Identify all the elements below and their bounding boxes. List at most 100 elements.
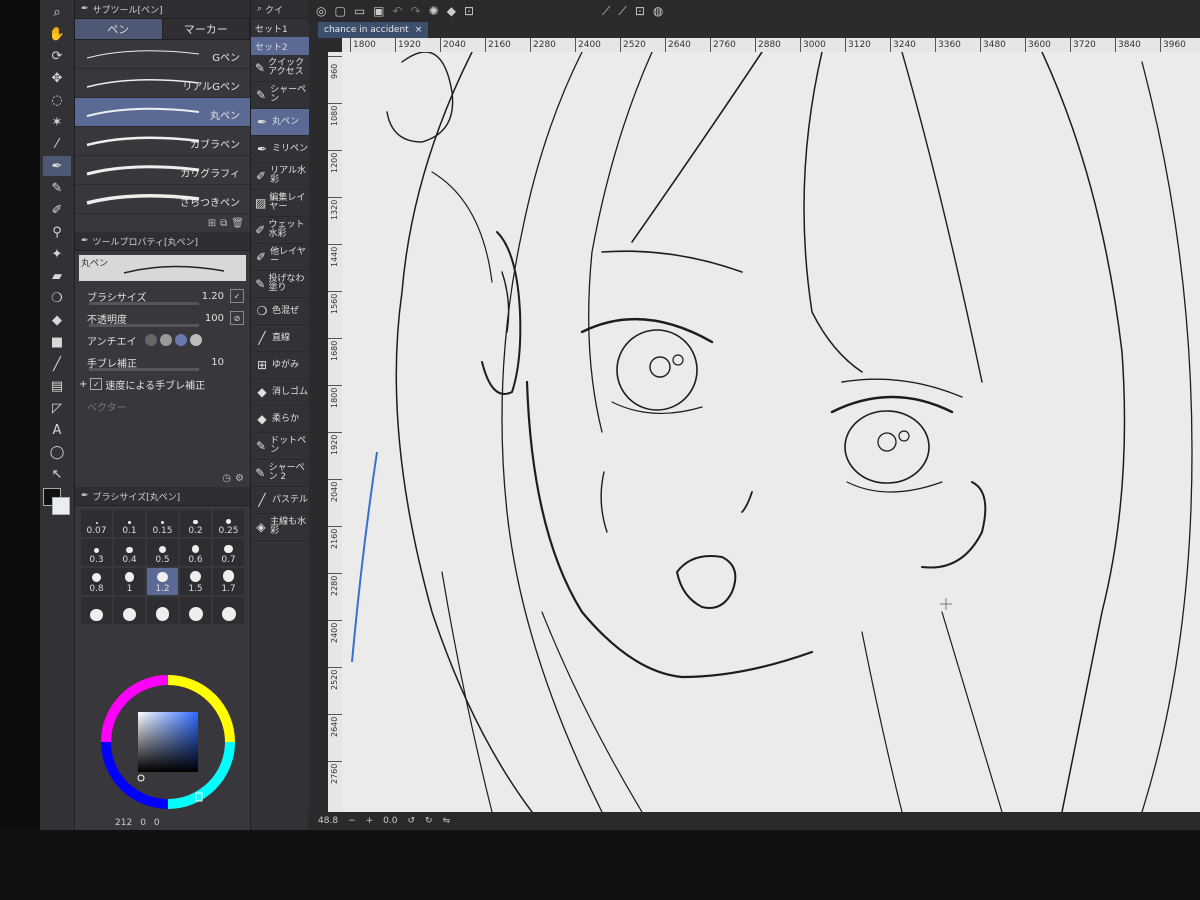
antialias-medium-icon[interactable] bbox=[174, 334, 187, 346]
ruler-icon[interactable]: ◸ bbox=[43, 398, 71, 418]
speed-stabilization-row[interactable]: + ✓ 速度による手ブレ補正 bbox=[75, 373, 250, 395]
pen-icon[interactable]: ✒ bbox=[43, 156, 71, 176]
quick-item[interactable]: ✎ 投げなわ塗り bbox=[251, 271, 309, 298]
eraser-icon[interactable]: ▰ bbox=[43, 266, 71, 286]
balloon-icon[interactable]: ◯ bbox=[43, 442, 71, 462]
brush-item[interactable]: Gペン bbox=[75, 40, 250, 69]
antialias-weak-icon[interactable] bbox=[159, 334, 172, 346]
brush-item[interactable]: カブラペン bbox=[75, 127, 250, 156]
brush-size-preset[interactable]: 1.2 bbox=[147, 568, 178, 595]
quick-item[interactable]: ╱ パステル bbox=[251, 487, 309, 514]
document-tab[interactable]: chance in accident × bbox=[318, 22, 429, 38]
antialias-options[interactable] bbox=[144, 334, 202, 346]
brush-size-preset[interactable]: 0.2 bbox=[180, 510, 211, 537]
text-icon[interactable]: A bbox=[43, 420, 71, 440]
brush-size-preset[interactable] bbox=[213, 597, 244, 624]
settings-icon[interactable]: ⚙ bbox=[235, 473, 244, 484]
open-folder-icon[interactable]: ▭ bbox=[354, 4, 365, 18]
opacity-row[interactable]: 不透明度 100 ⊘ bbox=[75, 307, 250, 329]
drawing-canvas[interactable] bbox=[342, 52, 1200, 812]
quick-item[interactable]: ◆ 消しゴム bbox=[251, 379, 309, 406]
quick-item[interactable]: ◆ 柔らか bbox=[251, 406, 309, 433]
tab-1[interactable]: マーカー bbox=[162, 19, 250, 39]
quick-item[interactable]: ◈ 主線も水彩 bbox=[251, 514, 309, 541]
magic-wand-icon[interactable]: ✶ bbox=[43, 112, 71, 132]
brush-size-preset[interactable]: 0.3 bbox=[81, 539, 112, 566]
save-icon[interactable]: ▣ bbox=[373, 4, 384, 18]
snap-ruler-icon[interactable]: ⟋ bbox=[602, 4, 610, 19]
gradient-icon[interactable]: ■ bbox=[43, 332, 71, 352]
zoom-value[interactable]: 48.8 bbox=[318, 816, 338, 826]
eyedropper-icon[interactable]: ⁄ bbox=[43, 134, 71, 154]
brush-size-preset[interactable]: 0.1 bbox=[114, 510, 145, 537]
flip-icon[interactable]: ⇋ bbox=[443, 816, 451, 826]
brush-size-preset[interactable]: 1.7 bbox=[213, 568, 244, 595]
antialias-row[interactable]: アンチエイ bbox=[75, 329, 250, 351]
move-icon[interactable]: ✥ bbox=[43, 68, 71, 88]
brush-size-preset[interactable] bbox=[147, 597, 178, 624]
color-swatch[interactable] bbox=[43, 488, 70, 515]
redo-icon[interactable]: ↷ bbox=[411, 4, 421, 18]
zoom-icon[interactable]: ⌕ bbox=[43, 2, 71, 22]
stabilization-row[interactable]: 手ブレ補正 10 bbox=[75, 351, 250, 373]
brush-size-preset[interactable] bbox=[114, 597, 145, 624]
blend-icon[interactable]: ❍ bbox=[43, 288, 71, 308]
quick-item[interactable]: ✎ クイック アクセス bbox=[251, 55, 309, 82]
quick-item[interactable]: ▨ 編集レイヤー bbox=[251, 190, 309, 217]
opacity-toggle[interactable]: ⊘ bbox=[230, 311, 244, 325]
rotate-right-icon[interactable]: ↻ bbox=[425, 816, 433, 826]
pencil-icon[interactable]: ✎ bbox=[43, 178, 71, 198]
brush-size-preset[interactable]: 1.5 bbox=[180, 568, 211, 595]
fill-icon[interactable]: ◆ bbox=[43, 310, 71, 330]
app-icon[interactable]: ◎ bbox=[316, 4, 326, 18]
brush-size-value[interactable]: 1.20 bbox=[202, 291, 224, 302]
opacity-slider[interactable] bbox=[89, 324, 199, 327]
brush-icon[interactable]: ✐ bbox=[43, 200, 71, 220]
antialias-none-icon[interactable] bbox=[144, 334, 157, 346]
sub-color-swatch[interactable] bbox=[52, 497, 70, 515]
global-icon[interactable]: ◍ bbox=[653, 4, 663, 18]
new-file-icon[interactable]: ▢ bbox=[334, 4, 345, 18]
snap-grid-icon[interactable]: ⟋ bbox=[618, 4, 626, 19]
quick-set-1[interactable]: セット1 bbox=[251, 19, 309, 37]
brush-size-preset[interactable] bbox=[180, 597, 211, 624]
fill-bucket-icon[interactable]: ◆ bbox=[447, 4, 456, 18]
snap-special-icon[interactable]: ⊡ bbox=[635, 4, 645, 18]
brush-size-preset[interactable]: 0.8 bbox=[81, 568, 112, 595]
brush-item[interactable]: 丸ペン bbox=[75, 98, 250, 127]
color-wheel[interactable] bbox=[75, 665, 250, 815]
brush-item[interactable]: カリグラフィ bbox=[75, 156, 250, 185]
brush-size-preset[interactable]: 0.25 bbox=[213, 510, 244, 537]
figure-icon[interactable]: ╱ bbox=[43, 354, 71, 374]
correct-line-icon[interactable]: ↖ bbox=[43, 464, 71, 484]
quick-set-2[interactable]: セット2 bbox=[251, 37, 309, 55]
brush-size-preset[interactable]: 0.7 bbox=[213, 539, 244, 566]
quick-item[interactable]: ╱ 直線 bbox=[251, 325, 309, 352]
stabilization-slider[interactable] bbox=[89, 368, 199, 371]
tab-0[interactable]: ペン bbox=[75, 19, 163, 39]
brush-size-slider[interactable] bbox=[89, 302, 199, 305]
quick-item[interactable]: ✒ ミリペン bbox=[251, 136, 309, 163]
antialias-strong-icon[interactable] bbox=[189, 334, 202, 346]
expand-icon[interactable]: + bbox=[79, 379, 87, 390]
transform-icon[interactable]: ⊡ bbox=[464, 4, 474, 18]
brush-size-preset[interactable]: 1 bbox=[114, 568, 145, 595]
quick-item[interactable]: ❍ 色混ぜ bbox=[251, 298, 309, 325]
rotate-icon[interactable]: ⟳ bbox=[43, 46, 71, 66]
angle-value[interactable]: 0.0 bbox=[383, 816, 397, 826]
close-icon[interactable]: × bbox=[415, 25, 423, 35]
delete-subtool-icon[interactable]: 🗑 bbox=[231, 218, 244, 229]
brush-size-preset[interactable]: 0.4 bbox=[114, 539, 145, 566]
hand-icon[interactable]: ✋ bbox=[43, 24, 71, 44]
brush-size-preset[interactable]: 0.5 bbox=[147, 539, 178, 566]
vector-row[interactable]: ベクター bbox=[75, 395, 250, 417]
brush-size-preset[interactable]: 0.15 bbox=[147, 510, 178, 537]
speed-stabilization-checkbox[interactable]: ✓ bbox=[90, 378, 103, 390]
brush-size-preset[interactable] bbox=[81, 597, 112, 624]
quick-item[interactable]: ✎ シャーペン 2 bbox=[251, 460, 309, 487]
opacity-value[interactable]: 100 bbox=[205, 313, 224, 324]
rotate-left-icon[interactable]: ↺ bbox=[407, 816, 415, 826]
brush-size-row[interactable]: ブラシサイズ 1.20 ✓ bbox=[75, 285, 250, 307]
brush-size-preset[interactable]: 0.6 bbox=[180, 539, 211, 566]
copy-subtool-icon[interactable]: ⧉ bbox=[220, 218, 227, 229]
